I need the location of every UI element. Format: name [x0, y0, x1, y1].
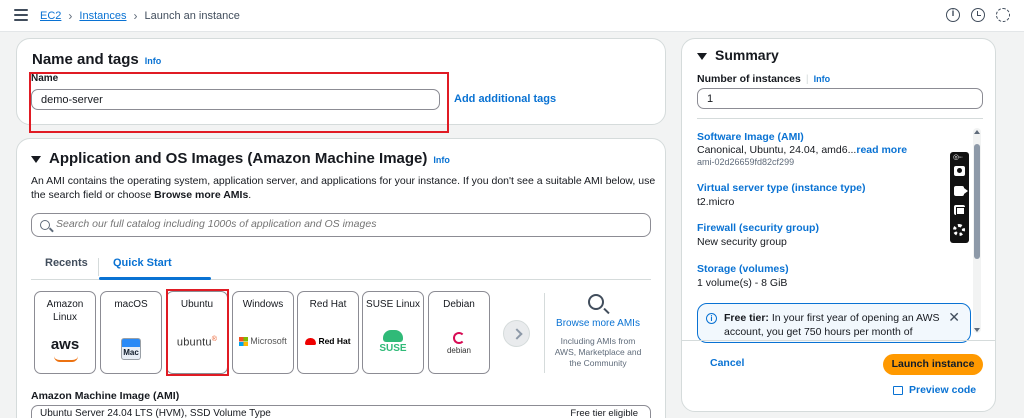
os-card-amazon-linux[interactable]: Amazon Linux aws [34, 291, 96, 374]
number-of-instances-input[interactable] [697, 88, 983, 109]
divider [697, 118, 983, 119]
close-icon[interactable]: ✕ [948, 310, 960, 324]
mac-logo-icon: Mac [121, 338, 141, 360]
launch-instance-button[interactable]: Launch instance [883, 354, 983, 375]
firewall-link[interactable]: Firewall (security group) [697, 222, 819, 234]
tab-quick-start[interactable]: Quick Start [113, 257, 172, 269]
ami-selected-value: Ubuntu Server 24.04 LTS (HVM), SSD Volum… [40, 408, 271, 418]
preview-code-button[interactable]: Preview code [893, 384, 976, 396]
summary-heading[interactable]: Summary [697, 47, 779, 63]
recorder-toolbar: ◎··· [950, 152, 969, 243]
breadcrumb-ec2[interactable]: EC2 [40, 10, 61, 22]
divider [544, 293, 545, 373]
scrollbar-thumb[interactable] [974, 144, 980, 259]
search-icon[interactable] [588, 294, 604, 310]
os-card-ubuntu[interactable]: Ubuntu ubuntu® [166, 291, 228, 374]
breadcrumb: EC2 › Instances › Launch an instance [40, 9, 240, 23]
os-card-label: Debian [443, 299, 475, 310]
ami-section-heading[interactable]: Application and OS Images (Amazon Machin… [31, 150, 450, 167]
next-os-page-button[interactable] [503, 320, 530, 347]
os-card-macos[interactable]: macOS Mac [100, 291, 162, 374]
os-card-label: Amazon Linux [46, 299, 84, 323]
ami-select[interactable]: Ubuntu Server 24.04 LTS (HVM), SSD Volum… [31, 405, 651, 418]
red-hat-logo-icon: Red Hat [298, 336, 358, 346]
aws-logo-icon: aws [35, 336, 95, 362]
breadcrumb-instances[interactable]: Instances [79, 10, 126, 22]
drag-handle-icon[interactable]: ◎··· [953, 153, 963, 161]
os-card-label: Windows [242, 299, 284, 310]
microsoft-logo-icon: Microsoft [233, 336, 293, 347]
os-card-red-hat[interactable]: Red Hat Red Hat [297, 291, 359, 374]
top-navigation-bar: EC2 › Instances › Launch an instance [0, 0, 1024, 32]
clock-icon[interactable] [971, 8, 985, 22]
name-info-link[interactable]: Info [145, 56, 162, 66]
ami-search-input[interactable] [56, 218, 636, 230]
instance-type-link[interactable]: Virtual server type (instance type) [697, 182, 865, 194]
ami-description: An AMI contains the operating system, ap… [31, 175, 656, 201]
active-tab-indicator [99, 277, 211, 280]
os-card-label: Ubuntu [180, 299, 214, 310]
ami-id: ami-02d26659fd82cf299 [697, 157, 795, 167]
tab-recents[interactable]: Recents [45, 257, 88, 269]
free-tier-alert: Free tier: In your first year of opening… [697, 303, 971, 343]
cancel-button[interactable]: Cancel [710, 357, 744, 369]
software-image-value: Canonical, Ubuntu, 24.04, amd6...read mo… [697, 144, 908, 156]
caret-down-icon [31, 155, 41, 163]
info-icon[interactable] [946, 8, 960, 22]
os-card-debian[interactable]: Debian debian [428, 291, 490, 374]
scroll-up-icon[interactable] [974, 130, 980, 134]
tab-divider [98, 258, 99, 276]
name-field-label: Name [31, 73, 59, 84]
debian-logo-icon: debian [429, 332, 489, 355]
caret-down-icon [697, 52, 707, 60]
video-icon[interactable] [954, 186, 968, 196]
os-card-suse-linux[interactable]: SUSE Linux SUSE [362, 291, 424, 374]
camera-icon[interactable] [954, 166, 965, 176]
scroll-down-icon[interactable] [974, 328, 980, 332]
os-card-label: Red Hat [309, 299, 347, 310]
menu-icon[interactable] [14, 9, 28, 21]
os-card-label: SUSE Linux [366, 299, 420, 310]
ami-select-label: Amazon Machine Image (AMI) [31, 390, 180, 402]
free-tier-badge: Free tier eligible [570, 408, 638, 418]
suse-logo-icon: SUSE [363, 330, 423, 354]
os-card-label: macOS [114, 299, 148, 310]
number-of-instances-label: Number of instances | Info [697, 73, 831, 85]
ami-tabs: Recents Quick Start [31, 250, 651, 280]
ami-search-box[interactable] [31, 213, 651, 237]
browse-more-description: Including AMIs from AWS, Marketplace and… [554, 336, 642, 368]
name-input[interactable] [31, 89, 440, 110]
software-image-link[interactable]: Software Image (AMI) [697, 131, 804, 143]
pages-icon[interactable] [954, 205, 965, 215]
search-icon [40, 220, 50, 230]
storage-value: 1 volume(s) - 8 GiB [697, 277, 788, 289]
chevron-right-icon: › [133, 9, 138, 23]
firewall-value: New security group [697, 236, 787, 248]
ami-info-link[interactable]: Info [433, 155, 450, 165]
breadcrumb-current: Launch an instance [144, 10, 240, 22]
code-icon [893, 385, 903, 395]
read-more-link[interactable]: read more [856, 144, 907, 156]
instances-info-link[interactable]: Info [814, 74, 831, 84]
os-card-windows[interactable]: Windows Microsoft [232, 291, 294, 374]
chevron-right-icon: › [68, 9, 73, 23]
add-additional-tags-link[interactable]: Add additional tags [454, 93, 556, 105]
name-and-tags-heading: Name and tags Info [32, 51, 162, 68]
storage-link[interactable]: Storage (volumes) [697, 263, 789, 275]
instance-type-value: t2.micro [697, 196, 735, 208]
name-and-tags-panel: Name and tags Info [16, 38, 666, 125]
gear-icon[interactable] [996, 8, 1010, 22]
info-icon [706, 312, 717, 326]
gear-icon[interactable] [953, 224, 965, 236]
ubuntu-logo-icon: ubuntu® [176, 336, 218, 349]
divider [682, 340, 995, 341]
browse-more-amis-link[interactable]: Browse more AMIs [550, 318, 646, 329]
